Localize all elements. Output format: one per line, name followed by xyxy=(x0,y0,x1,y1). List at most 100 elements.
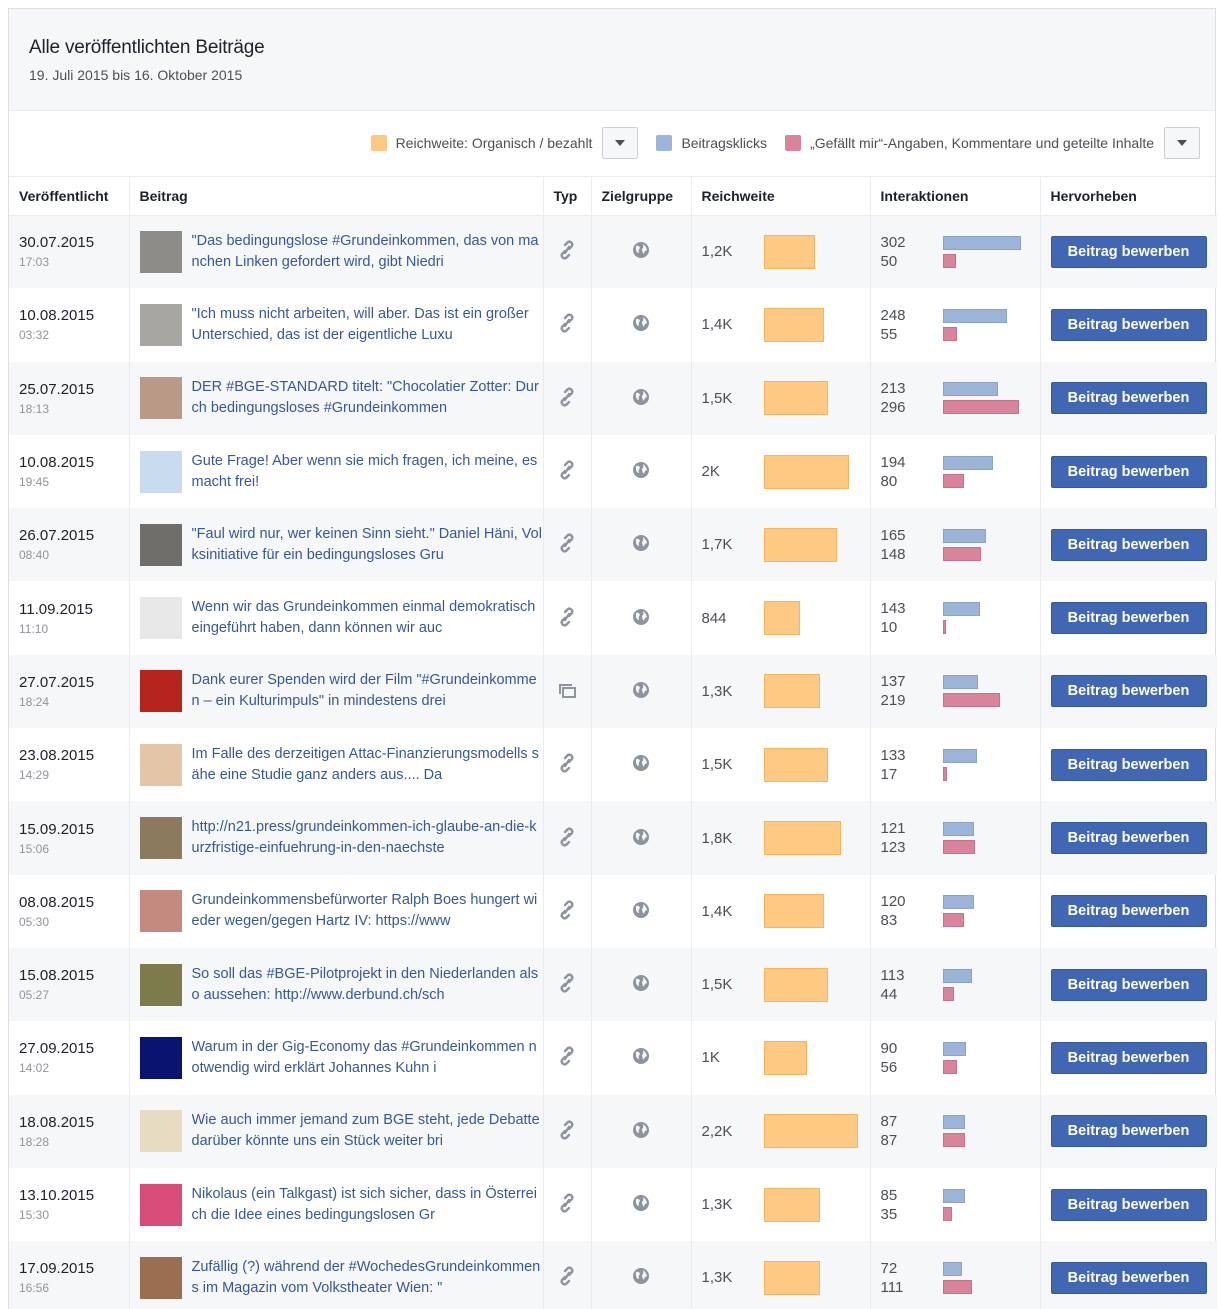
post-thumbnail[interactable] xyxy=(139,377,182,420)
reach-value: 1,2K xyxy=(701,243,733,261)
post-link[interactable]: "Das bedingungslose #Grundeinkommen, das… xyxy=(192,231,543,273)
reach-dropdown-button[interactable] xyxy=(602,127,639,159)
posts-table: Veröffentlicht Beitrag Typ Zielgruppe Re… xyxy=(9,177,1217,1309)
post-link[interactable]: Gute Frage! Aber wenn sie mich fragen, i… xyxy=(192,451,543,493)
engagement-value: 111 xyxy=(880,1278,904,1296)
col-post[interactable]: Beitrag xyxy=(128,177,543,216)
post-link[interactable]: Nikolaus (ein Talkgast) ist sich sicher,… xyxy=(192,1184,543,1226)
boost-post-button[interactable]: Beitrag bewerben xyxy=(1050,602,1207,635)
clicks-value: 194 xyxy=(880,453,906,471)
post-thumbnail[interactable] xyxy=(139,1256,182,1299)
type-cell xyxy=(542,1167,591,1242)
col-published[interactable]: Veröffentlicht xyxy=(9,177,129,216)
post-thumbnail[interactable] xyxy=(139,523,182,566)
col-type[interactable]: Typ xyxy=(542,177,591,216)
post-link[interactable]: Warum in der Gig-Economy das #Grundeinko… xyxy=(192,1037,543,1079)
post-time: 05:30 xyxy=(19,914,50,929)
legend-clicks-label: Beitragsklicks xyxy=(681,135,768,151)
post-thumbnail[interactable] xyxy=(139,1036,182,1079)
boost-post-button[interactable]: Beitrag bewerben xyxy=(1050,968,1207,1001)
post-thumbnail[interactable] xyxy=(139,597,182,640)
clicks-bar xyxy=(942,308,1007,323)
interactions-cell: 213 296 xyxy=(869,361,1040,435)
boost-cell: Beitrag bewerben xyxy=(1039,361,1217,435)
reach-cell: 1,3K xyxy=(690,654,870,729)
post-link[interactable]: Zufällig (?) während der #WochedesGrunde… xyxy=(192,1257,543,1299)
clicks-bar xyxy=(942,968,972,983)
boost-post-button[interactable]: Beitrag bewerben xyxy=(1050,528,1207,561)
post-date: 27.09.2015 xyxy=(19,1040,95,1058)
globe-icon xyxy=(632,681,650,702)
reach-cell: 1,5K xyxy=(690,361,870,435)
boost-cell: Beitrag bewerben xyxy=(1039,215,1217,289)
post-thumbnail[interactable] xyxy=(139,230,182,273)
post-cell: Nikolaus (ein Talkgast) ist sich sicher,… xyxy=(128,1167,543,1242)
boost-post-button[interactable]: Beitrag bewerben xyxy=(1050,1115,1207,1148)
post-link[interactable]: So soll das #BGE-Pilotprojekt in den Nie… xyxy=(192,964,543,1006)
globe-icon xyxy=(632,901,650,922)
table-header-row: Veröffentlicht Beitrag Typ Zielgruppe Re… xyxy=(9,177,1217,216)
boost-post-button[interactable]: Beitrag bewerben xyxy=(1050,1261,1207,1294)
link-icon xyxy=(558,1046,576,1070)
engagement-bar xyxy=(942,400,1019,415)
table-row: 10.08.2015 03:32 "Ich muss nicht arbeiten,… xyxy=(9,288,1217,362)
post-thumbnail[interactable] xyxy=(139,890,182,933)
boost-post-button[interactable]: Beitrag bewerben xyxy=(1050,455,1207,488)
engagement-dropdown-button[interactable] xyxy=(1164,127,1200,159)
post-link[interactable]: Wenn wir das Grundeinkommen einmal demok… xyxy=(192,597,543,639)
reach-cell: 1,8K xyxy=(690,801,870,875)
engagement-swatch xyxy=(785,135,802,151)
boost-post-button[interactable]: Beitrag bewerben xyxy=(1050,675,1207,708)
reach-value: 1K xyxy=(701,1049,720,1067)
globe-icon xyxy=(632,388,650,409)
reach-bar xyxy=(763,601,800,636)
post-link[interactable]: Wie auch immer jemand zum BGE steht, jed… xyxy=(192,1110,543,1152)
clicks-bar xyxy=(942,822,974,837)
type-cell xyxy=(542,728,591,802)
table-row: 27.09.2015 14:02 Warum in der Gig-Economy … xyxy=(9,1021,1217,1095)
post-link[interactable]: Grundeinkommensbefürworter Ralph Boes hu… xyxy=(192,890,543,932)
reach-cell: 1,4K xyxy=(690,288,870,362)
post-thumbnail[interactable] xyxy=(139,963,182,1006)
boost-post-button[interactable]: Beitrag bewerben xyxy=(1050,895,1207,928)
post-date: 15.08.2015 xyxy=(19,967,95,985)
reach-value: 844 xyxy=(701,609,727,627)
boost-post-button[interactable]: Beitrag bewerben xyxy=(1050,822,1207,855)
post-link[interactable]: Im Falle des derzeitigen Attac-Finanzier… xyxy=(192,744,543,786)
post-link[interactable]: "Faul wird nur, wer keinen Sinn sieht." … xyxy=(192,524,543,566)
table-row: 25.07.2015 18:13 DER #BGE-STANDARD titelt:… xyxy=(9,361,1217,435)
boost-post-button[interactable]: Beitrag bewerben xyxy=(1050,308,1207,341)
published-cell: 15.08.2015 05:27 xyxy=(9,947,129,1022)
published-cell: 08.08.2015 05:30 xyxy=(9,875,129,948)
table-row: 15.09.2015 15:06 http://n21.press/grundein… xyxy=(9,801,1217,875)
reach-cell: 1,3K xyxy=(690,1241,870,1309)
boost-post-button[interactable]: Beitrag bewerben xyxy=(1050,382,1207,415)
engagement-value: 35 xyxy=(880,1205,898,1223)
post-thumbnail[interactable] xyxy=(139,1110,182,1153)
post-thumbnail[interactable] xyxy=(139,670,182,713)
col-interactions[interactable]: Interaktionen xyxy=(869,177,1040,216)
post-link[interactable]: DER #BGE-STANDARD titelt: "Chocolatier Z… xyxy=(192,377,543,419)
col-audience[interactable]: Zielgruppe xyxy=(590,177,691,216)
published-cell: 17.09.2015 16:56 xyxy=(9,1241,129,1309)
post-thumbnail[interactable] xyxy=(139,817,182,860)
table-row: 26.07.2015 08:40 "Faul wird nur, wer keine… xyxy=(9,508,1217,582)
boost-post-button[interactable]: Beitrag bewerben xyxy=(1050,1188,1207,1221)
post-thumbnail[interactable] xyxy=(139,303,182,346)
post-thumbnail[interactable] xyxy=(139,450,182,493)
post-thumbnail[interactable] xyxy=(139,1183,182,1226)
audience-cell xyxy=(590,728,691,802)
col-reach[interactable]: Reichweite xyxy=(690,177,870,216)
engagement-bar xyxy=(942,986,954,1001)
post-link[interactable]: Dank eurer Spenden wird der Film "#Grund… xyxy=(192,670,543,712)
post-thumbnail[interactable] xyxy=(139,743,182,786)
post-link[interactable]: http://n21.press/grundeinkommen-ich-glau… xyxy=(192,817,543,859)
boost-post-button[interactable]: Beitrag bewerben xyxy=(1050,748,1207,781)
boost-post-button[interactable]: Beitrag bewerben xyxy=(1050,1041,1207,1074)
post-time: 18:24 xyxy=(19,694,50,709)
post-link[interactable]: "Ich muss nicht arbeiten, will aber. Das… xyxy=(192,304,543,346)
published-cell: 15.09.2015 15:06 xyxy=(9,801,129,875)
engagement-bar xyxy=(942,766,947,781)
boost-post-button[interactable]: Beitrag bewerben xyxy=(1050,235,1207,268)
link-icon xyxy=(558,1120,576,1144)
